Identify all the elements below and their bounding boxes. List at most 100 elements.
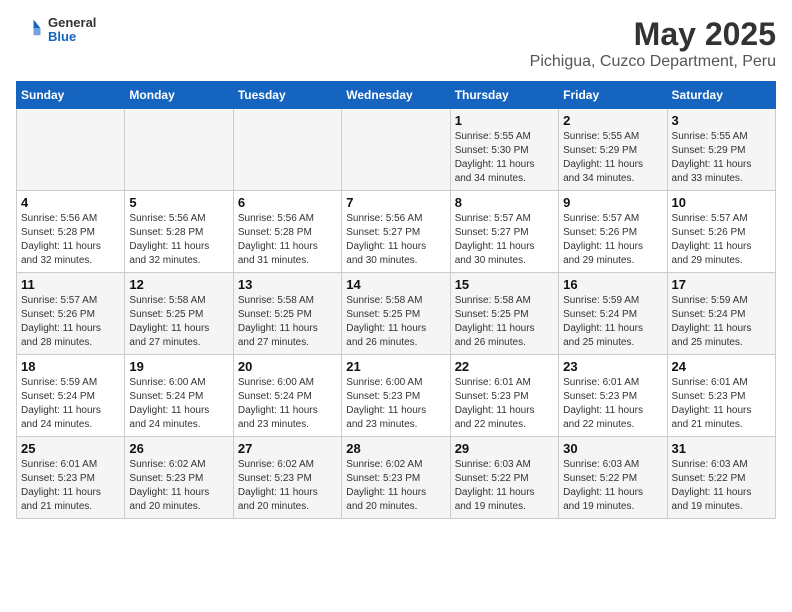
day-number: 5 [129, 195, 228, 210]
day-number: 24 [672, 359, 771, 374]
weekday-header-thursday: Thursday [450, 82, 558, 109]
calendar-cell: 3 Sunrise: 5:55 AM Sunset: 5:29 PM Daylig… [667, 109, 775, 191]
calendar-week-row: 1 Sunrise: 5:55 AM Sunset: 5:30 PM Daylig… [17, 109, 776, 191]
day-info: Sunrise: 6:01 AM Sunset: 5:23 PM Dayligh… [21, 458, 120, 514]
weekday-header-wednesday: Wednesday [342, 82, 450, 109]
day-info: Sunrise: 6:01 AM Sunset: 5:23 PM Dayligh… [455, 376, 554, 432]
calendar-cell: 26Sunrise: 6:02 AM Sunset: 5:23 PM Dayli… [125, 437, 233, 519]
day-info: Sunrise: 5:55 AM Sunset: 5:29 PM Dayligh… [672, 130, 771, 186]
calendar-cell: 2Sunrise: 5:55 AM Sunset: 5:29 PM Daylig… [559, 109, 667, 191]
day-info: Sunrise: 5:58 AM Sunset: 5:25 PM Dayligh… [238, 294, 337, 350]
day-info: Sunrise: 5:56 AM Sunset: 5:28 PM Dayligh… [21, 212, 120, 268]
calendar-cell: 25 Sunrise: 6:01 AM Sunset: 5:23 PM Dayli… [17, 437, 125, 519]
day-info: Sunrise: 6:02 AM Sunset: 5:23 PM Dayligh… [346, 458, 445, 514]
day-info: Sunrise: 6:00 AM Sunset: 5:24 PM Dayligh… [129, 376, 228, 432]
day-info: Sunrise: 5:59 AM Sunset: 5:24 PM Dayligh… [563, 294, 662, 350]
day-info: Sunrise: 5:58 AM Sunset: 5:25 PM Dayligh… [455, 294, 554, 350]
day-info: Sunrise: 6:03 AM Sunset: 5:22 PM Dayligh… [672, 458, 771, 514]
day-info: Sunrise: 6:03 AM Sunset: 5:22 PM Dayligh… [455, 458, 554, 514]
logo-text: General Blue [48, 16, 96, 45]
day-number: 28 [346, 441, 445, 456]
day-info: Sunrise: 5:58 AM Sunset: 5:25 PM Dayligh… [346, 294, 445, 350]
logo-general-text: General [48, 16, 96, 30]
weekday-header-row: SundayMondayTuesdayWednesdayThursdayFrid… [17, 82, 776, 109]
calendar-cell: 28 Sunrise: 6:02 AM Sunset: 5:23 PM Dayli… [342, 437, 450, 519]
weekday-header-saturday: Saturday [667, 82, 775, 109]
day-number: 19 [129, 359, 228, 374]
calendar-cell: 12Sunrise: 5:58 AM Sunset: 5:25 PM Dayli… [125, 273, 233, 355]
day-info: Sunrise: 6:01 AM Sunset: 5:23 PM Dayligh… [672, 376, 771, 432]
day-info: Sunrise: 5:56 AM Sunset: 5:28 PM Dayligh… [129, 212, 228, 268]
main-title: May 2025 [530, 16, 776, 53]
calendar-cell: 8 Sunrise: 5:57 AM Sunset: 5:27 PM Daylig… [450, 191, 558, 273]
calendar-cell: 7 Sunrise: 5:56 AM Sunset: 5:27 PM Daylig… [342, 191, 450, 273]
day-number: 25 [21, 441, 120, 456]
calendar-week-row: 18Sunrise: 5:59 AM Sunset: 5:24 PM Dayli… [17, 355, 776, 437]
day-number: 1 [455, 113, 554, 128]
calendar-cell: 31 Sunrise: 6:03 AM Sunset: 5:22 PM Dayli… [667, 437, 775, 519]
day-info: Sunrise: 5:58 AM Sunset: 5:25 PM Dayligh… [129, 294, 228, 350]
day-info: Sunrise: 6:03 AM Sunset: 5:22 PM Dayligh… [563, 458, 662, 514]
calendar-cell: 14 Sunrise: 5:58 AM Sunset: 5:25 PM Dayli… [342, 273, 450, 355]
calendar-cell: 19 Sunrise: 6:00 AM Sunset: 5:24 PM Dayli… [125, 355, 233, 437]
day-number: 21 [346, 359, 445, 374]
day-info: Sunrise: 6:02 AM Sunset: 5:23 PM Dayligh… [238, 458, 337, 514]
day-info: Sunrise: 5:59 AM Sunset: 5:24 PM Dayligh… [672, 294, 771, 350]
day-number: 16 [563, 277, 662, 292]
weekday-header-tuesday: Tuesday [233, 82, 341, 109]
calendar-cell [342, 109, 450, 191]
day-number: 27 [238, 441, 337, 456]
day-number: 6 [238, 195, 337, 210]
calendar-cell: 30 Sunrise: 6:03 AM Sunset: 5:22 PM Dayli… [559, 437, 667, 519]
day-number: 8 [455, 195, 554, 210]
day-number: 7 [346, 195, 445, 210]
calendar-cell: 23Sunrise: 6:01 AM Sunset: 5:23 PM Dayli… [559, 355, 667, 437]
calendar-cell: 16 Sunrise: 5:59 AM Sunset: 5:24 PM Dayli… [559, 273, 667, 355]
day-number: 15 [455, 277, 554, 292]
day-number: 17 [672, 277, 771, 292]
day-number: 13 [238, 277, 337, 292]
calendar-cell [233, 109, 341, 191]
day-info: Sunrise: 5:57 AM Sunset: 5:26 PM Dayligh… [563, 212, 662, 268]
calendar-cell: 11Sunrise: 5:57 AM Sunset: 5:26 PM Dayli… [17, 273, 125, 355]
day-number: 31 [672, 441, 771, 456]
calendar-cell [125, 109, 233, 191]
title-section: May 2025 Pichigua, Cuzco Department, Per… [530, 16, 776, 71]
day-number: 3 [672, 113, 771, 128]
weekday-header-friday: Friday [559, 82, 667, 109]
day-number: 14 [346, 277, 445, 292]
day-info: Sunrise: 6:00 AM Sunset: 5:24 PM Dayligh… [238, 376, 337, 432]
calendar-cell: 5 Sunrise: 5:56 AM Sunset: 5:28 PM Daylig… [125, 191, 233, 273]
subtitle: Pichigua, Cuzco Department, Peru [530, 53, 776, 71]
calendar-cell: 6 Sunrise: 5:56 AM Sunset: 5:28 PM Daylig… [233, 191, 341, 273]
day-number: 2 [563, 113, 662, 128]
day-info: Sunrise: 5:57 AM Sunset: 5:26 PM Dayligh… [21, 294, 120, 350]
day-info: Sunrise: 6:02 AM Sunset: 5:23 PM Dayligh… [129, 458, 228, 514]
calendar-cell: 29Sunrise: 6:03 AM Sunset: 5:22 PM Dayli… [450, 437, 558, 519]
day-number: 30 [563, 441, 662, 456]
day-number: 4 [21, 195, 120, 210]
calendar-cell: 20Sunrise: 6:00 AM Sunset: 5:24 PM Dayli… [233, 355, 341, 437]
day-info: Sunrise: 5:59 AM Sunset: 5:24 PM Dayligh… [21, 376, 120, 432]
logo: General Blue [16, 16, 96, 45]
calendar-cell: 24 Sunrise: 6:01 AM Sunset: 5:23 PM Dayli… [667, 355, 775, 437]
day-info: Sunrise: 5:57 AM Sunset: 5:27 PM Dayligh… [455, 212, 554, 268]
calendar-cell: 13 Sunrise: 5:58 AM Sunset: 5:25 PM Dayli… [233, 273, 341, 355]
calendar-cell: 9 Sunrise: 5:57 AM Sunset: 5:26 PM Daylig… [559, 191, 667, 273]
day-info: Sunrise: 5:56 AM Sunset: 5:28 PM Dayligh… [238, 212, 337, 268]
page-header: General Blue May 2025 Pichigua, Cuzco De… [16, 16, 776, 71]
day-number: 22 [455, 359, 554, 374]
calendar-cell: 10Sunrise: 5:57 AM Sunset: 5:26 PM Dayli… [667, 191, 775, 273]
day-number: 23 [563, 359, 662, 374]
day-info: Sunrise: 5:56 AM Sunset: 5:27 PM Dayligh… [346, 212, 445, 268]
weekday-header-monday: Monday [125, 82, 233, 109]
day-number: 10 [672, 195, 771, 210]
day-info: Sunrise: 5:55 AM Sunset: 5:30 PM Dayligh… [455, 130, 554, 186]
day-number: 9 [563, 195, 662, 210]
calendar-cell: 21Sunrise: 6:00 AM Sunset: 5:23 PM Dayli… [342, 355, 450, 437]
calendar-week-row: 4 Sunrise: 5:56 AM Sunset: 5:28 PM Daylig… [17, 191, 776, 273]
calendar-cell: 4 Sunrise: 5:56 AM Sunset: 5:28 PM Daylig… [17, 191, 125, 273]
calendar-week-row: 11Sunrise: 5:57 AM Sunset: 5:26 PM Dayli… [17, 273, 776, 355]
calendar-cell: 15 Sunrise: 5:58 AM Sunset: 5:25 PM Dayli… [450, 273, 558, 355]
calendar-cell: 27 Sunrise: 6:02 AM Sunset: 5:23 PM Dayli… [233, 437, 341, 519]
